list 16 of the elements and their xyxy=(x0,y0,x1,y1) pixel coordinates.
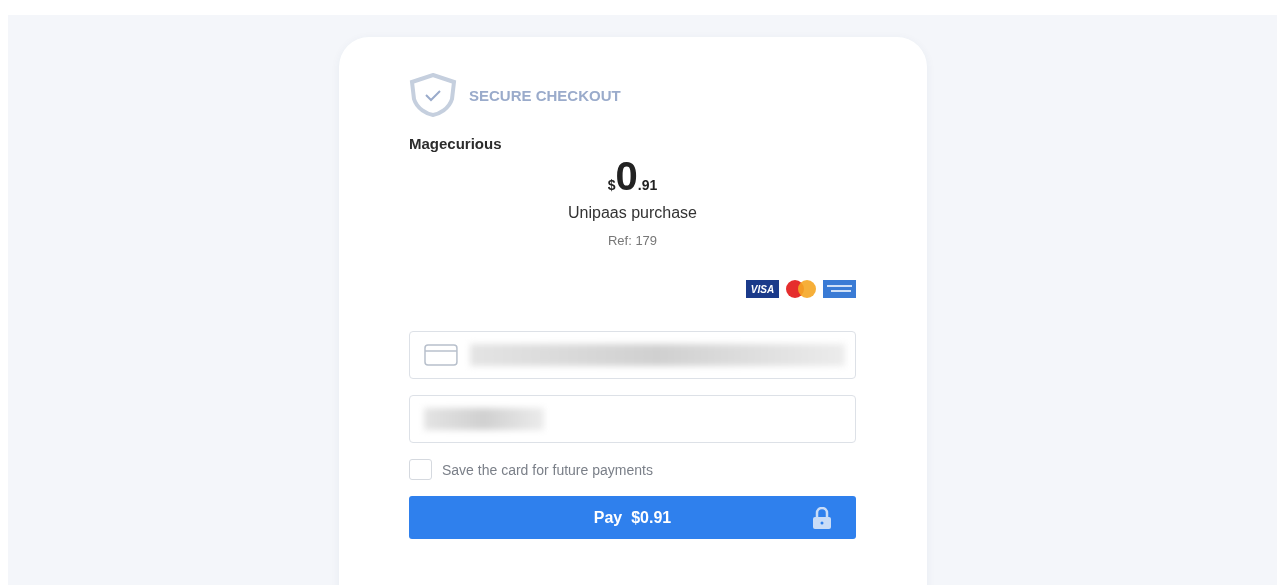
credit-card-icon xyxy=(424,344,458,366)
amount: $0.91 xyxy=(607,154,658,198)
lock-icon xyxy=(812,507,832,529)
circles-logo-icon xyxy=(783,280,819,298)
shield-check-icon xyxy=(409,73,457,117)
secure-checkout-title: SECURE CHECKOUT xyxy=(469,86,621,104)
card-details-field[interactable] xyxy=(409,331,856,379)
cardholder-name-field[interactable] xyxy=(409,395,856,443)
reference-number: Ref: 179 xyxy=(607,233,658,248)
pay-button[interactable]: Pay $0.91 xyxy=(409,496,856,539)
save-card-checkbox[interactable] xyxy=(409,459,432,480)
purchase-description: Unipaas purchase xyxy=(568,204,697,222)
card-brand-logo-icon xyxy=(823,280,856,298)
card-brand-logo: VISA xyxy=(746,280,779,298)
merchant-name: Magecurious xyxy=(409,135,503,152)
save-card-label: Save the card for future payments xyxy=(442,461,653,478)
